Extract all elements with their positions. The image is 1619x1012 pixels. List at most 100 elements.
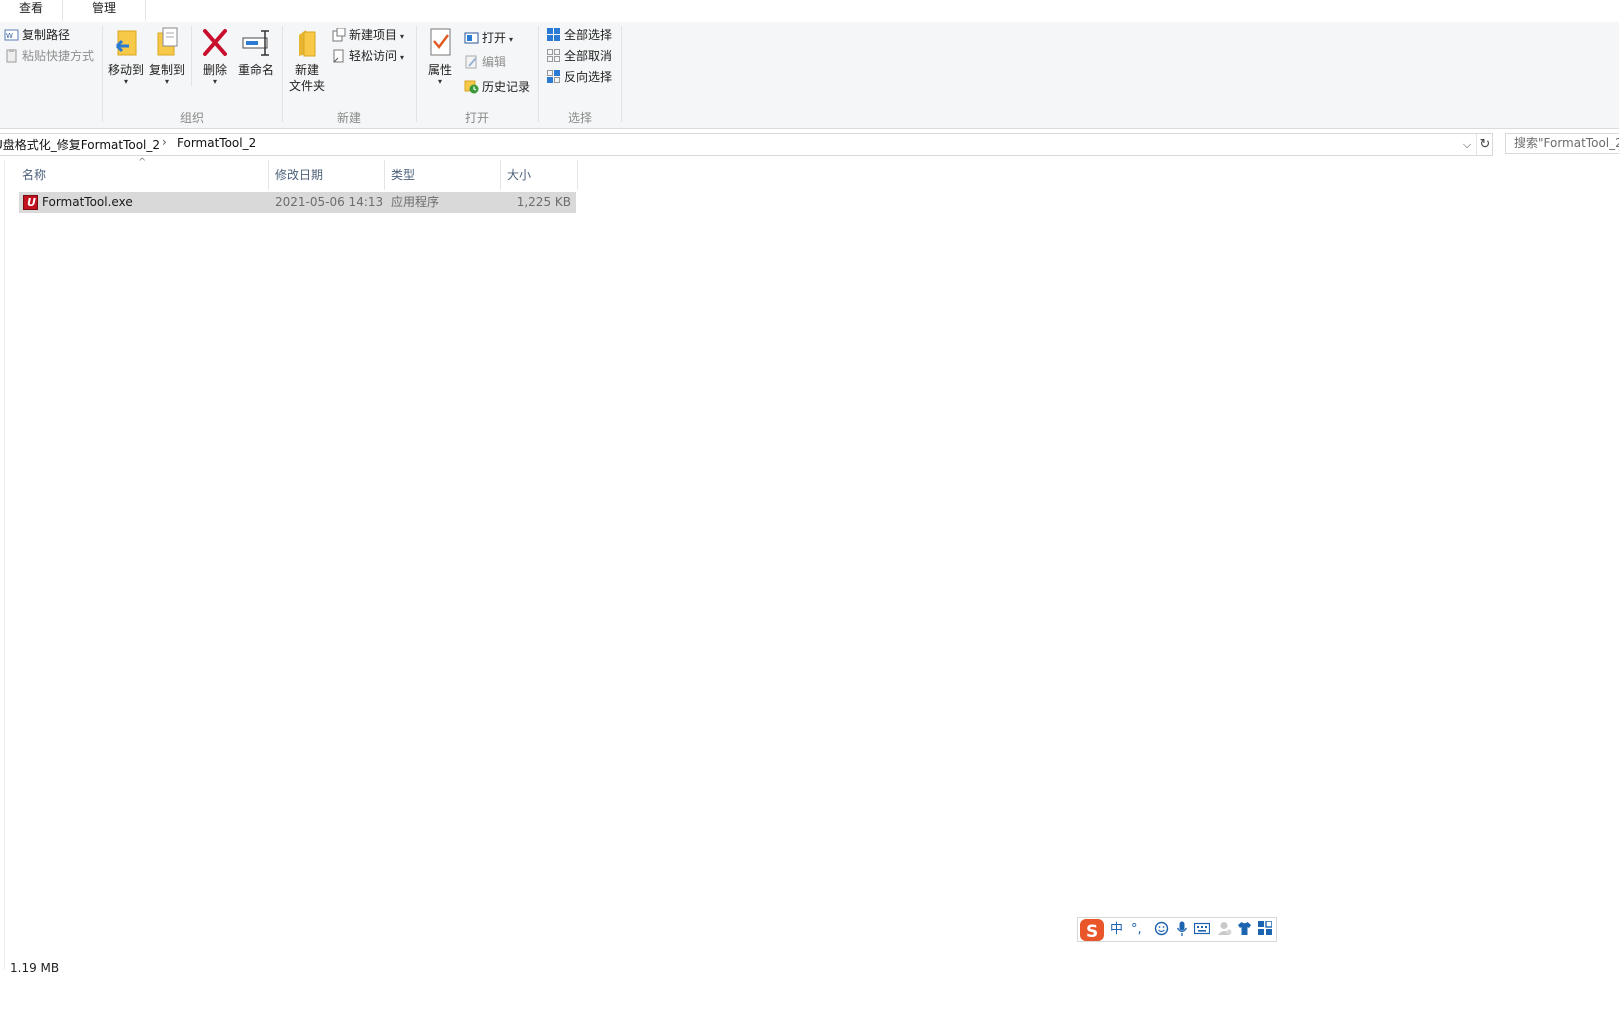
- emoji-icon[interactable]: [1154, 921, 1169, 942]
- address-bar[interactable]: U盘格式化_修复FormatTool_2 › FormatTool_2 ⌵ ↻: [0, 133, 1493, 156]
- rename-button[interactable]: 重命名: [236, 26, 276, 78]
- select-none-button[interactable]: 全部取消: [546, 46, 612, 66]
- easy-access-icon: [331, 49, 346, 63]
- select-none-label: 全部取消: [564, 49, 613, 63]
- group-separator: [191, 26, 192, 86]
- file-row[interactable]: U FormatTool.exe 2021-05-06 14:13 应用程序 1…: [19, 192, 576, 213]
- tab-view[interactable]: 查看: [0, 0, 62, 21]
- new-group-label: 新建: [336, 111, 361, 125]
- new-item-icon: [331, 27, 346, 42]
- chevron-down-icon: ▾: [400, 53, 405, 62]
- open-label: 打开: [482, 31, 507, 45]
- select-none-icon: [546, 48, 561, 63]
- paste-shortcut-icon: [4, 48, 19, 63]
- properties-icon: [423, 26, 457, 60]
- user-icon[interactable]: [1218, 921, 1232, 942]
- file-date: 2021-05-06 14:13: [275, 195, 384, 209]
- delete-label: 删除: [202, 63, 227, 77]
- navigation-pane-edge[interactable]: [0, 160, 5, 970]
- keyboard-icon[interactable]: [1193, 921, 1211, 941]
- properties-label: 属性: [427, 63, 452, 77]
- column-header-date[interactable]: 修改日期: [269, 160, 385, 190]
- column-header-size[interactable]: 大小: [501, 160, 578, 190]
- chevron-down-icon: ▾: [164, 77, 169, 86]
- tab-manage[interactable]: 管理: [62, 0, 146, 21]
- group-separator: [282, 26, 283, 122]
- chevron-down-icon[interactable]: ⌵: [1458, 135, 1476, 154]
- chevron-down-icon: ▾: [212, 77, 217, 86]
- copy-path-icon: W: [4, 28, 19, 42]
- delete-button[interactable]: 删除 ▾: [196, 26, 234, 86]
- open-button[interactable]: 打开 ▾: [464, 28, 513, 48]
- group-separator: [102, 26, 103, 122]
- new-folder-icon: [290, 26, 324, 60]
- group-separator: [621, 26, 622, 122]
- properties-button[interactable]: 属性 ▾: [421, 26, 459, 86]
- open-icon: [464, 31, 479, 45]
- svg-text:S: S: [1086, 922, 1098, 942]
- delete-icon: [198, 26, 232, 60]
- edit-icon: [464, 55, 479, 69]
- chevron-down-icon: ▾: [400, 32, 405, 41]
- move-to-icon: [109, 26, 143, 60]
- easy-access-label: 轻松访问: [349, 49, 398, 63]
- history-label: 历史记录: [482, 80, 531, 94]
- ime-punctuation-toggle[interactable]: °,: [1131, 921, 1142, 939]
- refresh-icon[interactable]: ↻: [1476, 134, 1493, 155]
- toolbox-grid-icon[interactable]: [1258, 920, 1273, 941]
- copy-path-button[interactable]: W 复制路径: [4, 25, 70, 45]
- file-size: 1,225 KB: [516, 195, 571, 209]
- group-separator: [538, 26, 539, 122]
- copy-to-button[interactable]: 复制到 ▾: [147, 26, 187, 86]
- chevron-down-icon: ▾: [123, 77, 128, 86]
- ribbon: W 复制路径 粘贴快捷方式 移动到 ▾ 复制到 ▾ 删除 ▾ 重命名 组织 新建…: [0, 22, 1619, 129]
- history-button[interactable]: 历史记录: [464, 77, 530, 97]
- move-to-label: 移动到: [107, 63, 144, 77]
- select-all-icon: [546, 27, 561, 42]
- new-item-label: 新建项目: [349, 28, 398, 42]
- rename-icon: [239, 26, 273, 60]
- paste-shortcut-label: 粘贴快捷方式: [22, 49, 95, 63]
- easy-access-button[interactable]: 轻松访问 ▾: [331, 46, 404, 66]
- edit-label: 编辑: [482, 55, 507, 69]
- history-icon: [464, 80, 479, 94]
- ime-mode-toggle[interactable]: 中: [1110, 921, 1123, 939]
- select-all-label: 全部选择: [564, 28, 613, 42]
- ime-toolbar[interactable]: S 中 °,: [1077, 917, 1277, 942]
- chevron-down-icon: ▾: [509, 35, 514, 44]
- paste-shortcut-button[interactable]: 粘贴快捷方式: [4, 46, 94, 66]
- new-item-button[interactable]: 新建项目 ▾: [331, 25, 404, 45]
- chevron-down-icon: ▾: [437, 77, 442, 86]
- open-group-label: 打开: [464, 111, 489, 125]
- breadcrumb-separator-icon[interactable]: ›: [162, 135, 167, 149]
- breadcrumb-current[interactable]: FormatTool_2: [177, 136, 256, 150]
- select-all-button[interactable]: 全部选择: [546, 25, 612, 45]
- copy-path-label: 复制路径: [22, 28, 71, 42]
- column-header-name[interactable]: 名称: [16, 160, 269, 190]
- new-folder-label-1: 新建: [294, 63, 319, 77]
- skin-shirt-icon[interactable]: [1237, 921, 1252, 942]
- breadcrumb-parent[interactable]: U盘格式化_修复FormatTool_2: [0, 136, 160, 153]
- invert-selection-label: 反向选择: [564, 70, 613, 84]
- group-separator: [416, 26, 417, 122]
- new-folder-button[interactable]: 新建 文件夹: [286, 26, 328, 94]
- edit-button[interactable]: 编辑: [464, 52, 506, 72]
- search-input[interactable]: 搜索"FormatTool_2": [1505, 133, 1619, 154]
- svg-text:W: W: [6, 32, 13, 40]
- microphone-icon[interactable]: [1176, 921, 1188, 943]
- sogou-logo-icon[interactable]: S: [1078, 916, 1106, 944]
- column-header-type[interactable]: 类型: [385, 160, 501, 190]
- new-folder-label-2: 文件夹: [288, 79, 325, 93]
- app-icon: U: [23, 195, 38, 210]
- invert-selection-icon: [546, 69, 561, 84]
- move-to-button[interactable]: 移动到 ▾: [106, 26, 146, 86]
- select-group-label: 选择: [567, 111, 592, 125]
- invert-selection-button[interactable]: 反向选择: [546, 67, 612, 87]
- copy-to-label: 复制到: [148, 63, 185, 77]
- column-divider[interactable]: [577, 160, 578, 190]
- rename-label: 重命名: [237, 63, 274, 77]
- ribbon-tab-bar: 查看 管理: [0, 0, 1619, 23]
- file-name: FormatTool.exe: [42, 195, 133, 209]
- file-type: 应用程序: [391, 195, 440, 209]
- copy-to-icon: [150, 26, 184, 60]
